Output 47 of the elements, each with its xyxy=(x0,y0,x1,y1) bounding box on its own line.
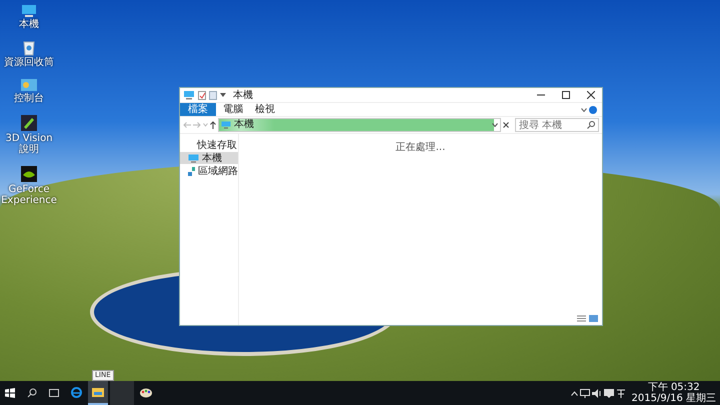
notification-icon[interactable] xyxy=(604,388,614,398)
details-view-icon[interactable] xyxy=(577,315,586,322)
desktop-icon-label[interactable]: 資源回收筒 xyxy=(0,57,58,68)
search-icon xyxy=(27,388,37,398)
dropdown-caret-icon[interactable] xyxy=(492,123,498,127)
address-text: 本機 xyxy=(234,120,254,130)
network-icon xyxy=(188,166,195,176)
monitor-icon[interactable] xyxy=(21,4,37,18)
speaker-icon[interactable] xyxy=(592,388,602,398)
desktop-icon-label[interactable]: 本機 xyxy=(0,19,58,30)
properties-icon[interactable] xyxy=(198,90,206,100)
status-text: 正在處理... xyxy=(396,140,446,154)
close-icon xyxy=(587,91,595,99)
eye-logo-icon[interactable] xyxy=(20,165,38,183)
monitor-icon xyxy=(183,90,195,100)
ribbon-tab[interactable]: 檢視 xyxy=(250,103,280,116)
expand-caret-icon[interactable] xyxy=(581,108,587,112)
recycle-bin-icon[interactable] xyxy=(22,40,36,56)
browser-e-icon xyxy=(70,386,82,398)
network-monitor-icon[interactable] xyxy=(580,388,590,398)
maximize-icon xyxy=(562,91,570,99)
paint-palette-icon xyxy=(140,386,152,398)
desktop-icon-label[interactable]: 3D Vision 說明 xyxy=(0,133,58,155)
nav-item[interactable]: 本機 xyxy=(180,152,238,164)
ribbon-tab[interactable]: 電腦 xyxy=(218,103,248,116)
search-field[interactable]: 搜尋 本機 xyxy=(515,118,599,132)
show-hidden-icons-caret-icon[interactable] xyxy=(570,390,578,396)
monitor-icon xyxy=(188,154,199,162)
address-bar[interactable]: 本機 xyxy=(218,118,501,132)
nav-item[interactable]: 快速存取 xyxy=(180,139,238,151)
up-arrow-icon[interactable] xyxy=(210,121,216,129)
clock[interactable]: 下午 05:32 2015/9/16 星期三 xyxy=(632,382,716,404)
input-method-icon[interactable] xyxy=(616,388,626,398)
stop-icon[interactable] xyxy=(503,122,509,128)
nav-item[interactable]: 區域網路 xyxy=(180,165,238,177)
ribbon-tab[interactable]: 檔案 xyxy=(180,103,216,116)
windows-logo-icon xyxy=(5,388,15,398)
help-icon[interactable] xyxy=(589,106,597,114)
search-icon xyxy=(587,121,595,129)
folder-icon xyxy=(92,387,104,397)
folder-button[interactable] xyxy=(88,381,108,405)
control-panel-icon[interactable] xyxy=(20,78,38,92)
desktop-icon-label[interactable]: 控制台 xyxy=(0,93,58,104)
task-view-icon xyxy=(49,389,59,397)
dropdown-caret-icon[interactable] xyxy=(220,92,226,98)
window-title: 本機 xyxy=(233,88,253,102)
monitor-icon xyxy=(221,121,231,129)
